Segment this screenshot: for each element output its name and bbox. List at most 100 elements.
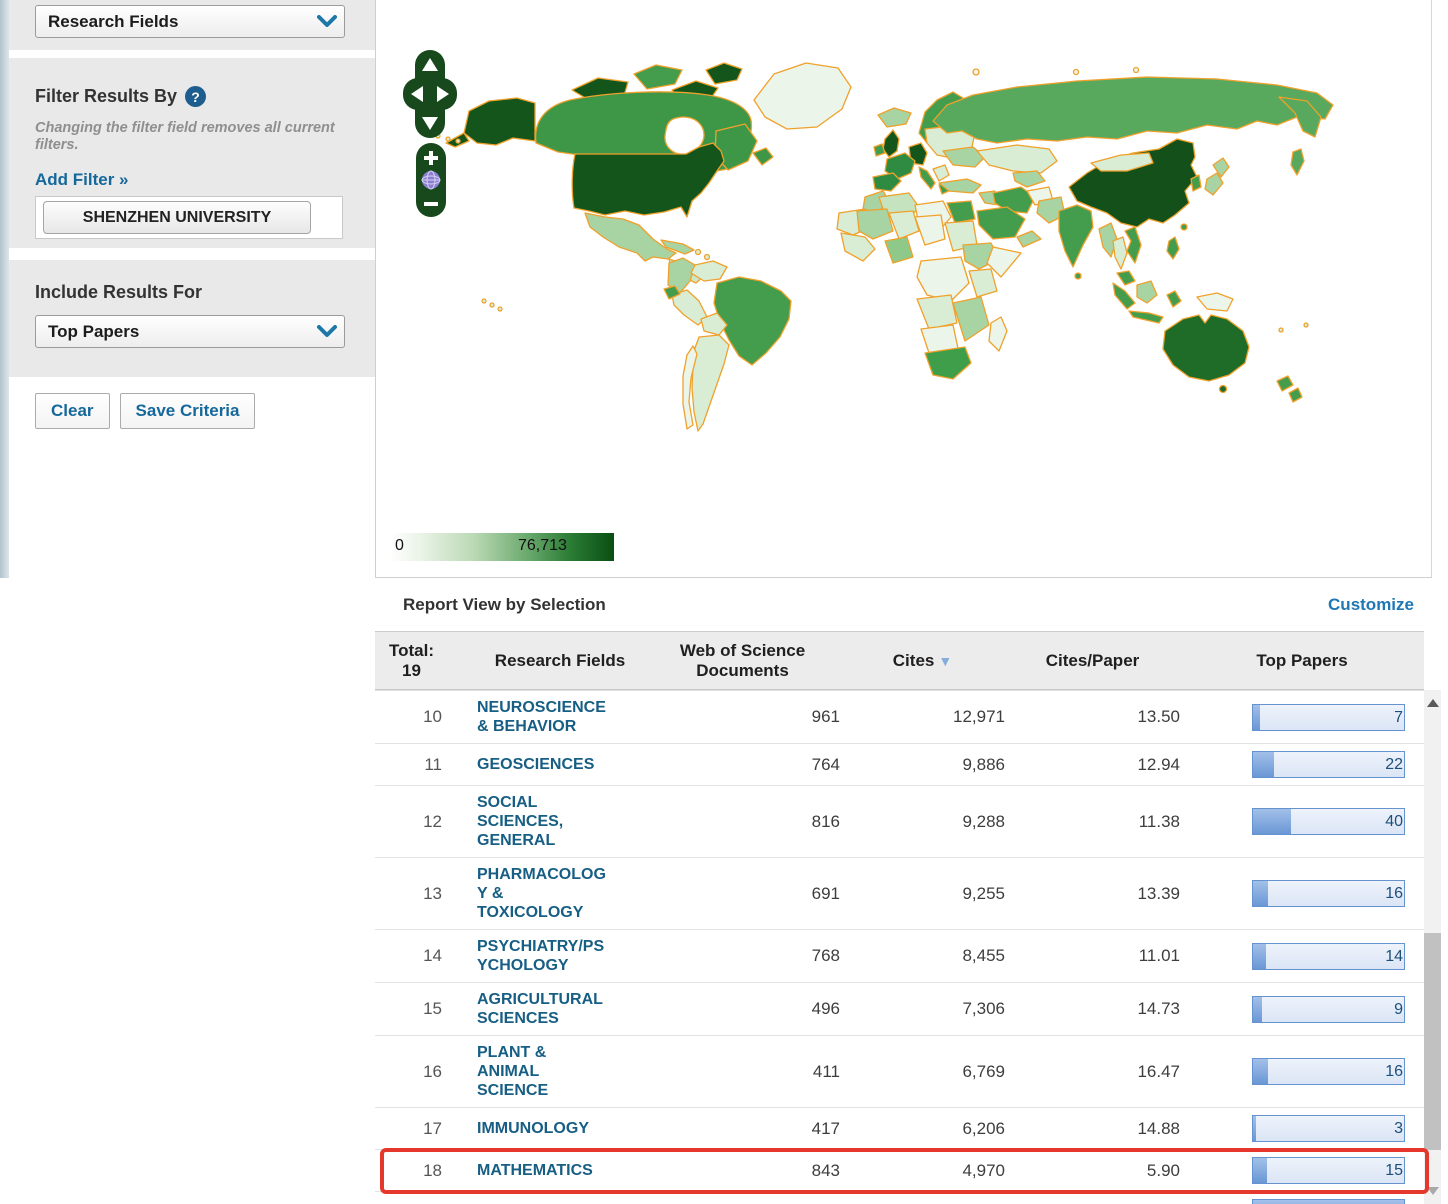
map-countries[interactable] xyxy=(436,63,1333,431)
research-field-link[interactable]: NEUROSCIENCE & BEHAVIOR xyxy=(477,698,609,736)
map-zoom-control[interactable] xyxy=(415,142,447,218)
add-filter-link[interactable]: Add Filter » xyxy=(35,170,129,190)
scrollbar-thumb[interactable] xyxy=(1424,933,1441,1150)
row-cites: 4,970 xyxy=(840,1161,1005,1181)
row-rank: 10 xyxy=(375,707,445,727)
clear-button[interactable]: Clear xyxy=(35,393,110,429)
research-field-link[interactable]: IMMUNOLOGY xyxy=(477,1119,609,1138)
world-map[interactable] xyxy=(376,0,1432,578)
research-field-link[interactable]: AGRICULTURAL SCIENCES xyxy=(477,990,609,1028)
row-cites: 9,255 xyxy=(840,884,1005,904)
row-top-papers-cell: 15 xyxy=(1180,1157,1424,1184)
row-cites: 6,206 xyxy=(840,1119,1005,1139)
top-papers-value: 7 xyxy=(1394,705,1403,730)
top-papers-bar-fill xyxy=(1253,1059,1268,1084)
research-field-link[interactable]: GEOSCIENCES xyxy=(477,755,609,774)
filter-results-section: Filter Results By ? Changing the filter … xyxy=(9,58,375,248)
table-scrollbar[interactable] xyxy=(1424,690,1441,1204)
table-row: 0 ALL FIELDS 37,472 659,204 17.59 847 xyxy=(375,1191,1424,1204)
total-count: 19 xyxy=(378,661,445,681)
chevron-down-icon xyxy=(310,15,344,28)
row-cites: 8,455 xyxy=(840,946,1005,966)
row-top-papers-cell: 9 xyxy=(1180,996,1424,1023)
row-cites-per-paper: 11.38 xyxy=(1005,812,1180,832)
column-header-total: Total: 19 xyxy=(375,641,445,681)
row-top-papers-cell: 14 xyxy=(1180,943,1424,970)
top-papers-value: 40 xyxy=(1385,809,1403,834)
row-field-cell: PLANT & ANIMAL SCIENCE xyxy=(445,1043,645,1100)
top-papers-value: 15 xyxy=(1385,1158,1403,1183)
table-row: 10 NEUROSCIENCE & BEHAVIOR 961 12,971 13… xyxy=(375,690,1424,743)
column-header-cites-per-paper[interactable]: Cites/Paper xyxy=(1005,651,1180,671)
cites-label: Cites xyxy=(893,651,935,670)
column-header-top-papers[interactable]: Top Papers xyxy=(1180,651,1424,671)
customize-link[interactable]: Customize xyxy=(1328,595,1414,615)
row-cites-per-paper: 13.50 xyxy=(1005,707,1180,727)
row-documents: 768 xyxy=(645,946,840,966)
row-top-papers-cell: 40 xyxy=(1180,808,1424,835)
research-fields-dropdown-value: Research Fields xyxy=(36,12,310,32)
top-papers-bar: 14 xyxy=(1252,943,1405,970)
row-documents: 417 xyxy=(645,1119,840,1139)
sort-desc-icon: ▼ xyxy=(938,651,952,671)
row-documents: 764 xyxy=(645,755,840,775)
research-field-link[interactable]: PHARMACOLOGY & TOXICOLOGY xyxy=(477,865,609,922)
help-icon[interactable]: ? xyxy=(185,86,206,107)
top-papers-value: 22 xyxy=(1385,752,1403,777)
scroll-down-icon[interactable] xyxy=(1424,1184,1441,1198)
table-row: 13 PHARMACOLOGY & TOXICOLOGY 691 9,255 1… xyxy=(375,857,1424,929)
top-papers-bar: 7 xyxy=(1252,704,1405,731)
top-papers-dropdown-value: Top Papers xyxy=(36,322,310,342)
filter-note: Changing the filter field removes all cu… xyxy=(35,120,347,154)
research-field-link[interactable]: SOCIAL SCIENCES, GENERAL xyxy=(477,793,609,850)
research-field-link[interactable]: MATHEMATICS xyxy=(477,1161,609,1180)
row-cites-per-paper: 11.01 xyxy=(1005,946,1180,966)
top-papers-bar: 16 xyxy=(1252,880,1405,907)
top-papers-value: 14 xyxy=(1385,944,1403,969)
world-map-panel: 0 76,713 xyxy=(376,0,1432,578)
row-top-papers-cell: 16 xyxy=(1180,880,1424,907)
row-field-cell: PHARMACOLOGY & TOXICOLOGY xyxy=(445,865,645,922)
top-papers-bar: 847 xyxy=(1252,1199,1405,1204)
map-pan-pad[interactable] xyxy=(403,50,457,138)
row-top-papers-cell: 847 xyxy=(1180,1199,1424,1204)
legend-max-label: 76,713 xyxy=(518,537,567,555)
research-fields-dropdown[interactable]: Research Fields xyxy=(35,5,345,38)
sidebar-edge-strip xyxy=(0,0,9,578)
table-row: 11 GEOSCIENCES 764 9,886 12.94 22 xyxy=(375,743,1424,785)
column-header-cites[interactable]: Cites▼ xyxy=(840,651,1005,671)
top-papers-bar: 9 xyxy=(1252,996,1405,1023)
row-cites: 9,886 xyxy=(840,755,1005,775)
row-cites-per-paper: 5.90 xyxy=(1005,1161,1180,1181)
column-header-wos-documents[interactable]: Web of Science Documents xyxy=(645,641,840,681)
save-criteria-button[interactable]: Save Criteria xyxy=(120,393,256,429)
active-filter-chip[interactable]: SHENZHEN UNIVERSITY xyxy=(43,201,311,234)
row-cites-per-paper: 14.73 xyxy=(1005,999,1180,1019)
top-papers-bar-fill xyxy=(1253,705,1260,730)
filter-results-heading: Filter Results By ? xyxy=(35,86,206,107)
report-section: Report View by Selection Customize Total… xyxy=(375,578,1448,1204)
table-row: 15 AGRICULTURAL SCIENCES 496 7,306 14.73… xyxy=(375,982,1424,1035)
research-field-link[interactable]: PSYCHIATRY/PSYCHOLOGY xyxy=(477,937,609,975)
research-field-link[interactable]: PLANT & ANIMAL SCIENCE xyxy=(477,1043,609,1100)
scroll-up-icon[interactable] xyxy=(1424,696,1441,710)
top-papers-bar-fill xyxy=(1253,997,1262,1022)
top-papers-dropdown[interactable]: Top Papers xyxy=(35,315,345,348)
row-field-cell: GEOSCIENCES xyxy=(445,755,645,774)
row-top-papers-cell: 7 xyxy=(1180,704,1424,731)
row-top-papers-cell: 3 xyxy=(1180,1115,1424,1142)
row-rank: 14 xyxy=(375,946,445,966)
top-papers-bar-fill xyxy=(1253,881,1268,906)
top-papers-value: 3 xyxy=(1394,1116,1403,1141)
column-header-research-fields[interactable]: Research Fields xyxy=(445,651,645,671)
row-documents: 496 xyxy=(645,999,840,1019)
table-row: 17 IMMUNOLOGY 417 6,206 14.88 3 xyxy=(375,1107,1424,1149)
row-field-cell: PSYCHIATRY/PSYCHOLOGY xyxy=(445,937,645,975)
include-results-heading: Include Results For xyxy=(35,282,202,303)
filter-results-heading-text: Filter Results By xyxy=(35,86,177,107)
row-rank: 18 xyxy=(375,1161,445,1181)
total-label: Total: xyxy=(378,641,445,661)
legend-min-label: 0 xyxy=(395,537,404,555)
map-color-legend: 0 76,713 xyxy=(390,533,614,561)
table-row: 12 SOCIAL SCIENCES, GENERAL 816 9,288 11… xyxy=(375,785,1424,857)
